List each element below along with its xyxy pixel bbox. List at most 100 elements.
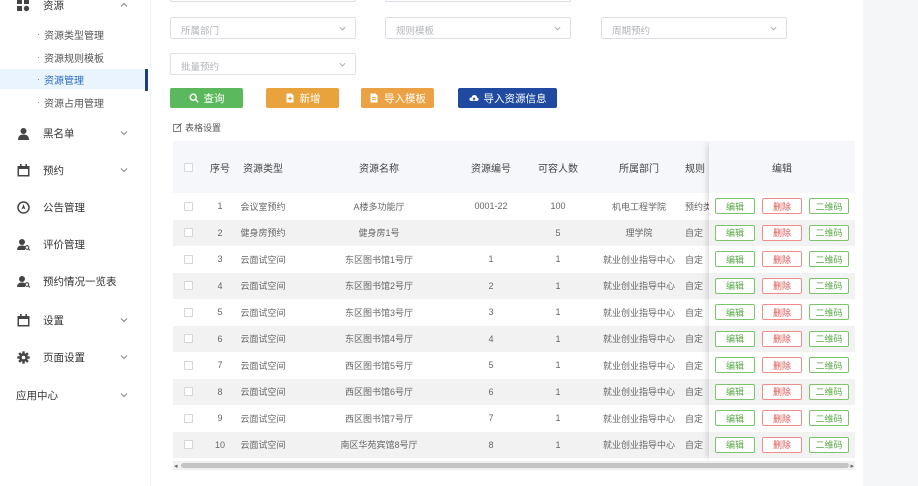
row-checkbox-cell[interactable] [173,220,203,247]
cell-rule: 自定 [685,307,704,318]
row-checkbox-cell[interactable] [173,273,203,300]
cell-rule: 自定 [685,334,704,345]
row-checkbox-cell[interactable] [173,379,203,406]
horizontal-scrollbar[interactable]: ◂ ▸ [173,461,855,470]
nav-group-overview[interactable]: 预约情况一览表 [0,268,150,294]
row-checkbox[interactable] [183,254,193,264]
cell-type: 云面试空间 [240,254,286,265]
calendar-icon [16,163,30,177]
header-type: 资源类型 [243,163,283,175]
cell-index: 5 [217,307,223,318]
row-checkbox-cell[interactable] [173,405,203,432]
row-checkbox-cell[interactable] [173,432,203,459]
sidebar-item-resource-occupy[interactable]: · 资源占用管理 [0,92,146,112]
cell-department: 就业创业指导中心 [602,307,675,318]
row-checkbox-cell[interactable] [173,299,203,326]
nav-group-reservation[interactable]: 预约 [0,157,150,183]
top-field-1[interactable] [170,0,356,2]
compass-icon [16,200,30,214]
cell-name: 东区图书馆2号厅 [344,281,413,292]
row-checkbox-cell[interactable] [173,246,203,273]
cell-department: 就业创业指导中心 [602,254,675,265]
row-checkbox[interactable] [183,228,193,238]
row-checkbox[interactable] [183,281,193,291]
row-checkbox[interactable] [183,334,193,344]
chevron-down-icon [554,26,561,31]
cycle-reservation-select[interactable]: 周期预约 [601,17,787,39]
department-select[interactable]: 所属部门 [170,17,356,39]
cell-department: 理学院 [625,228,653,239]
rule-template-select[interactable]: 规则模板 [385,17,571,39]
nav-group-app-center[interactable]: 应用中心 [0,382,150,408]
cloud-upload-icon [468,94,479,101]
cell-capacity: 1 [555,360,561,371]
sidebar-item-resource-manage[interactable]: · 资源管理 [0,69,148,91]
sidebar-item-resource-type[interactable]: · 资源类型管理 [0,24,146,44]
cell-code: 6 [488,386,494,397]
row-checkbox[interactable] [183,307,193,317]
cell-department: 机电工程学院 [611,201,666,212]
cell-index: 7 [217,360,223,371]
query-button[interactable]: 查询 [170,88,243,108]
user-search-icon [16,274,30,288]
calendar-icon [16,313,30,327]
scroll-left-arrow-icon[interactable]: ◂ [174,462,178,470]
sidebar-item-rule-template[interactable]: · 资源规则模板 [0,47,146,67]
header-checkbox-cell[interactable] [173,141,203,193]
nav-group-resources[interactable]: 资源 [0,0,150,18]
header-department: 所属部门 [619,163,659,175]
row-checkbox-cell[interactable] [173,352,203,379]
user-icon [16,126,30,140]
row-checkbox-cell[interactable] [173,193,203,220]
nav-group-settings[interactable]: 设置 [0,307,150,333]
chevron-down-icon [120,131,128,136]
cell-name: 东区图书馆4号厅 [344,334,413,345]
scroll-right-arrow-icon[interactable]: ▸ [850,462,854,470]
scrollbar-thumb[interactable] [181,463,849,468]
row-checkbox[interactable] [183,413,193,423]
cell-department: 就业创业指导中心 [602,334,675,345]
cell-index: 8 [217,386,223,397]
table-settings-link[interactable]: 表格设置 [173,121,221,134]
chevron-down-icon [770,26,777,31]
add-button[interactable]: 新增 [266,88,339,108]
cell-name: 东区图书馆1号厅 [344,254,413,265]
nav-group-page-settings[interactable]: 页面设置 [0,344,150,370]
row-checkbox-cell[interactable] [173,326,203,353]
select-all-checkbox[interactable] [183,162,193,172]
row-checkbox[interactable] [183,440,193,450]
cell-rule: 自定 [685,228,704,239]
cell-department: 就业创业指导中心 [602,387,675,398]
nav-group-evaluation[interactable]: 评价管理 [0,231,150,257]
cell-code: 2 [488,280,494,291]
add-file-icon [286,93,293,103]
cell-index: 10 [214,439,225,450]
import-template-button[interactable]: 导入模板 [361,88,434,108]
cell-code: 5 [488,360,494,371]
row-checkbox[interactable] [183,201,193,211]
fixed-action-column [709,141,855,461]
cell-name: 西区图书馆7号厅 [344,413,413,424]
batch-reservation-select[interactable]: 批量预约 [170,53,356,75]
cell-capacity: 1 [555,254,561,265]
row-checkbox[interactable] [183,387,193,397]
cell-name: 西区图书馆5号厅 [344,360,413,371]
cell-index: 6 [217,333,223,344]
cell-department: 就业创业指导中心 [602,360,675,371]
cell-type: 云面试空间 [240,281,286,292]
file-icon [370,93,378,103]
grid-icon [16,0,30,12]
nav-group-announcement[interactable]: 公告管理 [0,194,150,220]
cell-name: 西区图书馆6号厅 [344,387,413,398]
cell-index: 1 [217,201,223,212]
row-checkbox[interactable] [183,360,193,370]
import-resource-button[interactable]: 导入资源信息 [458,88,557,108]
cell-department: 就业创业指导中心 [602,413,675,424]
nav-group-blacklist[interactable]: 黑名单 [0,120,150,146]
cell-code: 8 [488,439,494,450]
chevron-up-icon [120,2,128,7]
chevron-down-icon [120,168,128,173]
cell-name: A楼多功能厅 [353,201,405,212]
top-field-2[interactable] [385,0,571,2]
cell-type: 云面试空间 [240,440,286,451]
